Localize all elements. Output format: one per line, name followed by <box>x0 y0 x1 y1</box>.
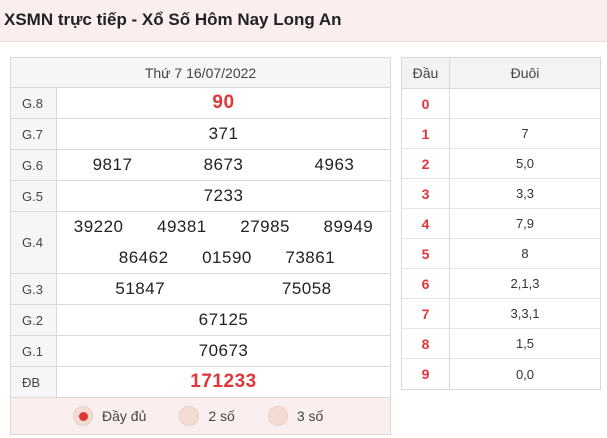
prize-number: 01590 <box>202 247 252 267</box>
prize-number: 70673 <box>198 341 249 360</box>
prize-number: 7233 <box>203 186 244 205</box>
prize-label: G.3 <box>11 274 57 304</box>
filter-full-radio[interactable]: Đầy đủ <box>73 406 146 426</box>
loto-header: Đầu Đuôi <box>402 58 600 89</box>
loto-row: 17 <box>402 119 600 149</box>
prize-number: 8673 <box>203 155 244 174</box>
prize-row-g1: G.1 70673 <box>11 336 390 367</box>
loto-head: 0 <box>402 89 450 118</box>
prize-row-db: ĐB 171233 <box>11 367 390 398</box>
prize-label: G.8 <box>11 88 57 118</box>
prize-number: 371 <box>208 124 239 143</box>
loto-head: 9 <box>402 359 450 389</box>
loto-head: 6 <box>402 269 450 298</box>
prize-number: 73861 <box>285 247 336 267</box>
prize-label: G.4 <box>11 212 57 273</box>
prize-row-g7: G.7 371 <box>11 119 390 150</box>
loto-row: 4 7,9 <box>402 209 600 239</box>
loto-row: 58 <box>402 239 600 269</box>
prize-row-g2: G.2 67125 <box>11 305 390 336</box>
prize-row-g4: G.4 39220 49381 27985 89949 86462 01590 … <box>11 212 390 274</box>
loto-head: 1 <box>402 119 450 148</box>
prize-row-g3: G.3 51847 75058 <box>11 274 390 305</box>
loto-head: 8 <box>402 329 450 358</box>
draw-date: Thứ 7 16/07/2022 <box>11 58 390 88</box>
loto-table: Đầu Đuôi 0 17 2 5,0 3 3,3 4 7,9 58 6 2,1,3 7… <box>401 57 601 390</box>
prize-row-g8: G.8 90 <box>11 88 390 119</box>
prize-label: G.1 <box>11 336 57 366</box>
prize-number: 75058 <box>281 279 332 298</box>
prize-number: 51847 <box>115 279 166 298</box>
loto-head: 2 <box>402 149 450 178</box>
prize-label: G.2 <box>11 305 57 335</box>
loto-head: 7 <box>402 299 450 328</box>
prize-label: G.5 <box>11 181 57 211</box>
display-filter: Đầy đủ 2 số 3 số <box>11 398 390 434</box>
loto-tail: 1,5 <box>515 336 535 351</box>
loto-tail: 5,0 <box>515 156 535 171</box>
loto-tail: 7 <box>521 126 529 141</box>
special-prize-number: 171233 <box>190 371 257 392</box>
prize-number: 49381 <box>156 217 207 237</box>
loto-row: 2 5,0 <box>402 149 600 179</box>
loto-tail: 2,1,3 <box>510 276 540 291</box>
filter-3-digit-radio[interactable]: 3 số <box>267 406 324 426</box>
head-column-label: Đầu <box>402 58 450 88</box>
prize-number: 27985 <box>240 217 291 237</box>
prize-label: G.7 <box>11 119 57 149</box>
prize-label: G.6 <box>11 150 57 180</box>
loto-row: 3 3,3 <box>402 179 600 209</box>
prize-number: 39220 <box>73 217 124 237</box>
loto-row: 0 <box>402 89 600 119</box>
loto-tail: 3,3 <box>515 186 535 201</box>
loto-row: 9 0,0 <box>402 359 600 389</box>
page-title: XSMN trực tiếp - Xổ Số Hôm Nay Long An <box>4 10 342 29</box>
radio-unchecked-icon[interactable] <box>267 406 288 426</box>
radio-label: 2 số <box>208 408 235 424</box>
radio-checked-icon[interactable] <box>73 406 93 426</box>
prize-number: 9817 <box>92 155 133 174</box>
page-header: XSMN trực tiếp - Xổ Số Hôm Nay Long An <box>0 0 607 42</box>
prize-number: 4963 <box>314 155 355 174</box>
loto-tail <box>450 89 600 118</box>
loto-row: 7 3,3,1 <box>402 299 600 329</box>
radio-label: 3 số <box>296 408 324 424</box>
loto-head: 4 <box>402 209 450 238</box>
prize-number: 86462 <box>118 247 169 267</box>
prize-number: 89949 <box>323 217 374 237</box>
loto-tail: 3,3,1 <box>510 306 540 321</box>
loto-head: 5 <box>402 239 450 268</box>
radio-unchecked-icon[interactable] <box>179 406 200 426</box>
loto-row: 6 2,1,3 <box>402 269 600 299</box>
loto-tail: 0,0 <box>515 366 535 382</box>
prize-row-g5: G.5 7233 <box>11 181 390 212</box>
loto-tail: 8 <box>521 246 529 261</box>
radio-label: Đầy đủ <box>102 408 147 424</box>
filter-2-digit-radio[interactable]: 2 số <box>179 406 235 426</box>
prize-label: ĐB <box>11 367 57 397</box>
prize-row-g6: G.6 9817 8673 4963 <box>11 150 390 181</box>
tail-column-label: Đuôi <box>510 65 540 81</box>
loto-row: 8 1,5 <box>402 329 600 359</box>
loto-tail: 7,9 <box>515 216 535 231</box>
prize-number: 90 <box>212 92 235 113</box>
results-table: Thứ 7 16/07/2022 G.8 90 G.7 371 G.6 9817… <box>10 57 391 435</box>
loto-head: 3 <box>402 179 450 208</box>
prize-number: 67125 <box>198 310 249 329</box>
